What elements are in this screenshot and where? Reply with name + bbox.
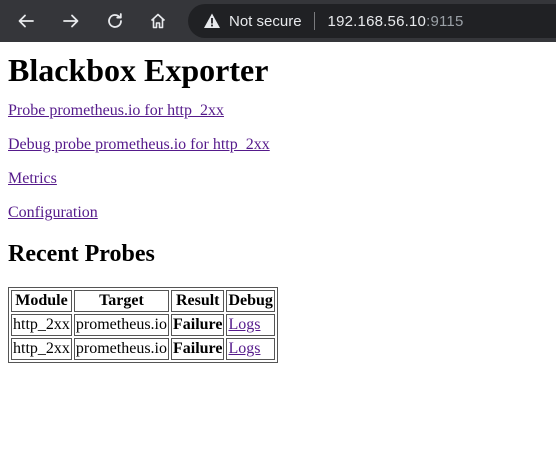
debug-link-paragraph: Debug probe prometheus.io for http_2xx — [8, 136, 548, 154]
debug-probe-link[interactable]: Debug probe prometheus.io for http_2xx — [8, 136, 270, 153]
configuration-link[interactable]: Configuration — [8, 204, 98, 221]
reload-icon — [108, 13, 122, 28]
result-cell: Failure — [170, 338, 225, 360]
table-header-row: Module Target Result Debug — [11, 290, 275, 312]
probe-link[interactable]: Probe prometheus.io for http_2xx — [8, 102, 224, 119]
url-port[interactable]: :9115 — [426, 13, 463, 30]
address-bar[interactable]: Not secure 192.168.56.10 :9115 — [188, 4, 556, 38]
table-row: http_2xx prometheus.io Failure Logs — [11, 314, 275, 336]
result-cell: Failure — [170, 314, 225, 336]
forward-button[interactable] — [55, 5, 87, 37]
probe-link-paragraph: Probe prometheus.io for http_2xx — [8, 102, 548, 120]
logs-link[interactable]: Logs — [228, 340, 260, 357]
target-column-header: Target — [73, 290, 169, 312]
back-arrow-icon — [18, 14, 34, 28]
home-icon — [150, 13, 166, 29]
page-title: Blackbox Exporter — [8, 52, 269, 88]
debug-column-header: Debug — [226, 290, 275, 312]
result-text: Failure — [172, 340, 223, 357]
warning-triangle-icon[interactable] — [203, 12, 221, 30]
module-cell: http_2xx — [11, 314, 72, 336]
omnibox-divider — [313, 12, 315, 30]
table-row: http_2xx prometheus.io Failure Logs — [11, 338, 275, 360]
module-cell: http_2xx — [11, 338, 72, 360]
forward-arrow-icon — [63, 14, 79, 28]
home-button[interactable] — [142, 5, 174, 37]
recent-probes-table: Module Target Result Debug http_2xx prom… — [8, 287, 278, 363]
target-cell: prometheus.io — [73, 338, 169, 360]
metrics-link-paragraph: Metrics — [8, 170, 548, 188]
security-label[interactable]: Not secure — [229, 13, 302, 30]
target-cell: prometheus.io — [73, 314, 169, 336]
recent-probes-heading: Recent Probes — [8, 241, 155, 267]
result-column-header: Result — [170, 290, 225, 312]
url-host[interactable]: 192.168.56.10 — [328, 13, 427, 30]
browser-toolbar: Not secure 192.168.56.10 :9115 — [0, 0, 556, 42]
module-column-header: Module — [11, 290, 72, 312]
reload-button[interactable] — [99, 5, 131, 37]
logs-link[interactable]: Logs — [228, 316, 260, 333]
back-button[interactable] — [10, 5, 42, 37]
page-content: Blackbox Exporter Probe prometheus.io fo… — [0, 42, 556, 363]
debug-cell: Logs — [226, 314, 275, 336]
result-text: Failure — [172, 316, 223, 333]
metrics-link[interactable]: Metrics — [8, 170, 57, 187]
debug-cell: Logs — [226, 338, 275, 360]
configuration-link-paragraph: Configuration — [8, 204, 548, 222]
